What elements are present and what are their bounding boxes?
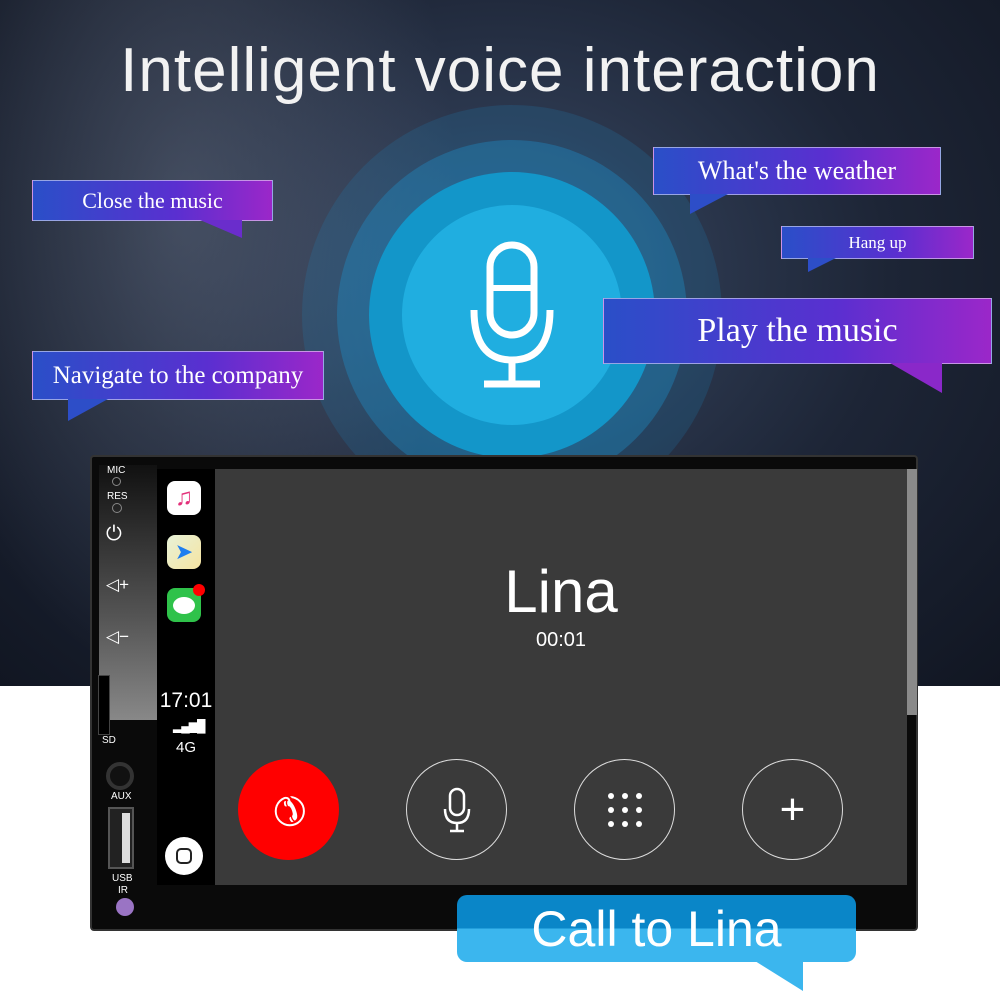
network-type: 4G <box>175 739 196 756</box>
end-call-button[interactable]: ✆ <box>238 759 339 860</box>
call-duration: 00:01 <box>535 629 587 651</box>
bubble-navigate: Navigate to the company <box>32 351 324 400</box>
notification-badge <box>193 584 205 596</box>
bubble-close-music: Close the music <box>32 180 273 221</box>
microphone-icon <box>470 241 554 388</box>
plus-icon: + <box>779 784 806 834</box>
bubble-play-music: Play the music <box>603 298 992 364</box>
bubble-weather: What's the weather <box>653 147 941 195</box>
carplay-sidebar: ♫ ➤ 17:01 ▂▄▆█ 4G <box>157 469 215 885</box>
sd-slot <box>98 675 110 735</box>
home-button[interactable] <box>165 837 203 875</box>
res-label: RES <box>107 491 128 502</box>
keypad-button[interactable] <box>574 759 675 860</box>
clock: 17:01 <box>159 689 213 712</box>
power-icon[interactable]: ⏻ <box>106 523 122 546</box>
headline: Intelligent voice interaction <box>120 36 880 105</box>
signal-icon: ▂▄▆█ <box>173 719 205 733</box>
add-call-button[interactable]: + <box>742 759 843 860</box>
mic-label: MIC <box>107 465 126 476</box>
sd-label: SD <box>102 735 116 746</box>
messages-icon[interactable] <box>167 584 205 622</box>
car-stereo: MIC RES ⏻ ◁+ ◁− SD AUX USB IR ♫ ➤ 17:01 … <box>90 455 918 931</box>
aux-jack <box>106 762 134 790</box>
mute-button[interactable] <box>406 759 507 860</box>
usb-port <box>108 807 134 869</box>
aux-label: AUX <box>111 791 132 802</box>
bezel-edge <box>907 469 917 715</box>
microphone-icon <box>443 787 470 832</box>
maps-icon[interactable]: ➤ <box>167 535 201 569</box>
call-screen: Lina 00:01 ✆ + <box>215 469 907 885</box>
ir-sensor <box>116 898 134 916</box>
caller-name: Lina <box>504 558 618 625</box>
ir-label: IR <box>118 885 128 896</box>
bubble-hang-up: Hang up <box>781 226 974 259</box>
usb-label: USB <box>112 873 133 884</box>
volume-up-icon[interactable]: ◁+ <box>106 575 129 595</box>
volume-down-icon[interactable]: ◁− <box>106 627 129 647</box>
hang-up-icon: ✆ <box>261 782 316 837</box>
music-icon[interactable]: ♫ <box>167 481 201 515</box>
reset-button[interactable] <box>112 503 122 513</box>
mic-hole <box>112 477 121 486</box>
keypad-icon <box>607 792 642 827</box>
bubble-call-to-lina: Call to Lina <box>457 895 856 962</box>
